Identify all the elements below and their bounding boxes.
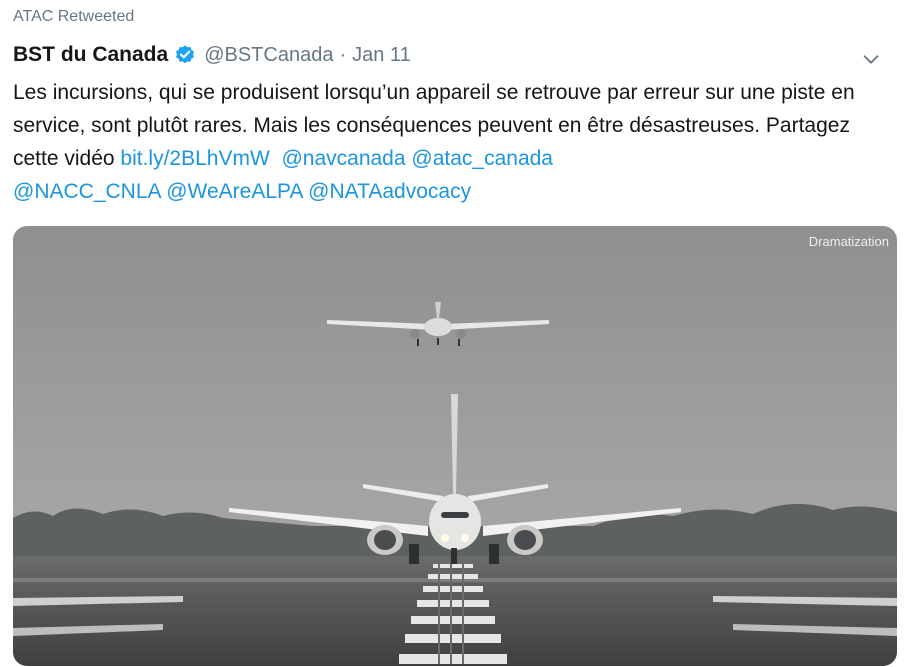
tweet-link[interactable]: bit.ly/2BLhVmW xyxy=(120,147,269,170)
mention-navcanada[interactable]: @navcanada xyxy=(281,147,405,170)
tweet-date[interactable]: Jan 11 xyxy=(352,44,411,67)
mention-nacc-cnla[interactable]: @NACC_CNLA xyxy=(13,180,160,203)
chevron-down-icon[interactable] xyxy=(860,48,882,70)
media-watermark: Dramatization xyxy=(808,234,889,249)
mention-wearealpa[interactable]: @WeAreALPA xyxy=(166,180,302,203)
tweet-header: BST du Canada @BSTCanada · Jan 11 xyxy=(13,40,895,70)
runway-scene-image xyxy=(13,226,897,666)
tweet-text: Les incursions, qui se produisent lorsqu… xyxy=(13,76,898,208)
author-handle[interactable]: @BSTCanada xyxy=(204,44,333,67)
verified-badge-icon xyxy=(176,45,195,64)
tweet-media-image[interactable]: Dramatization xyxy=(13,226,897,666)
mention-atac-canada[interactable]: @atac_canada xyxy=(411,147,553,170)
mention-nataadvocacy[interactable]: @NATAadvocacy xyxy=(308,180,471,203)
author-display-name[interactable]: BST du Canada xyxy=(13,43,168,67)
retweet-label: ATAC Retweeted xyxy=(13,8,135,25)
header-separator: · xyxy=(339,43,347,66)
